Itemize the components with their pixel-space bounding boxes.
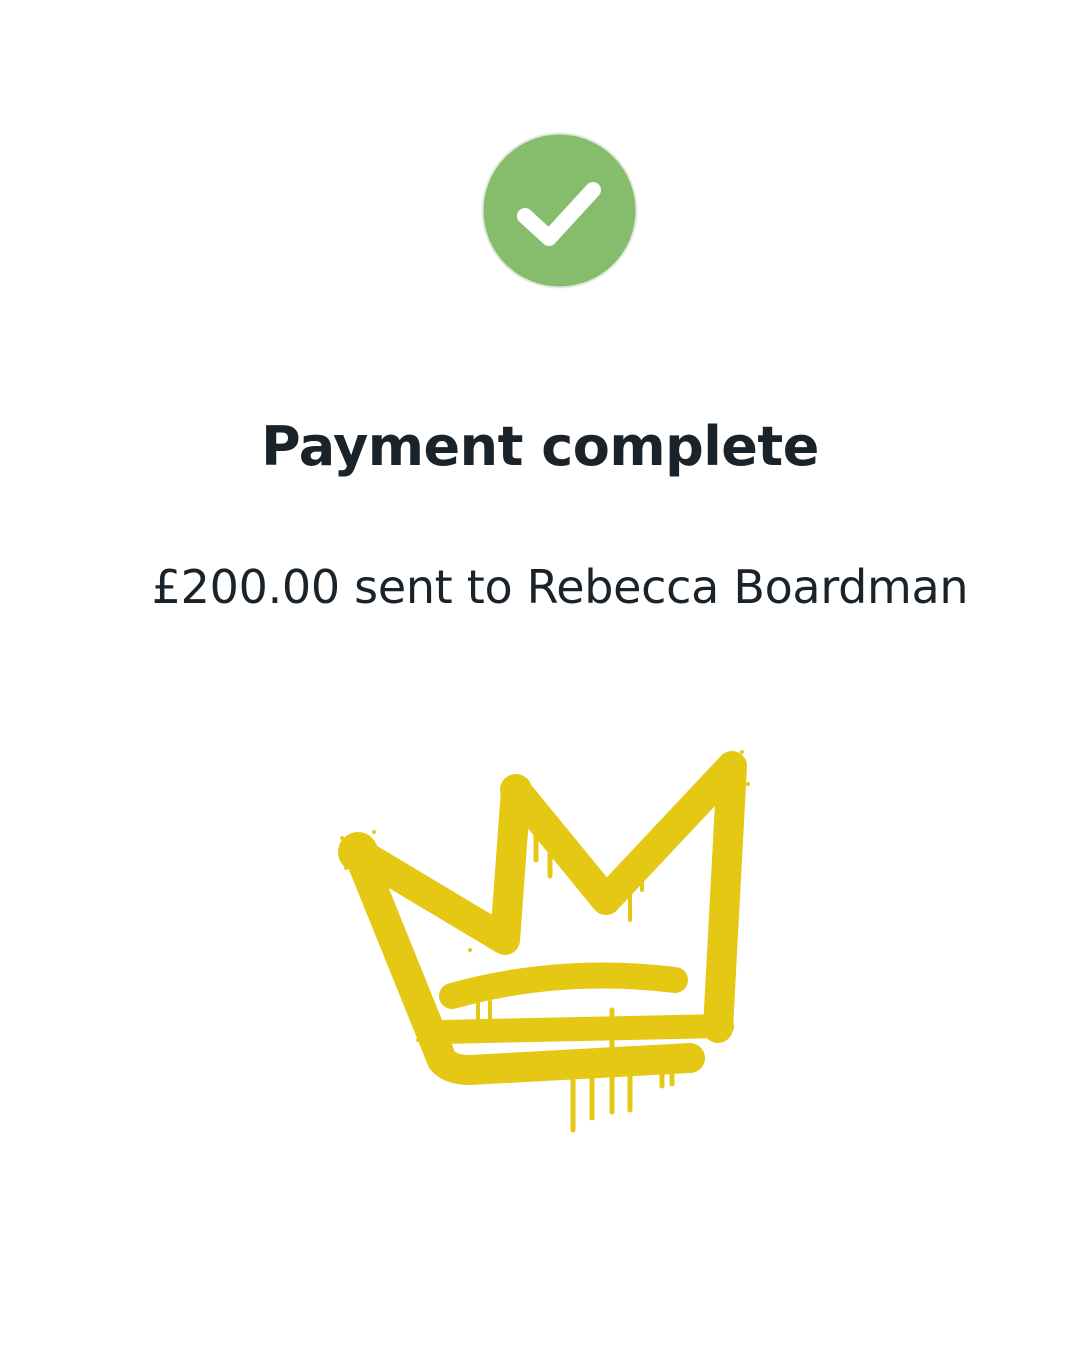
- payment-confirmation-screen: Payment complete £200.00 sent to Rebecca…: [0, 0, 1080, 1350]
- payment-amount-recipient: £200.00 sent to Rebecca Boardman: [151, 560, 969, 614]
- graffiti-crown-icon: [330, 740, 760, 1140]
- check-circle-icon: [481, 132, 638, 289]
- payment-status-title: Payment complete: [261, 415, 819, 478]
